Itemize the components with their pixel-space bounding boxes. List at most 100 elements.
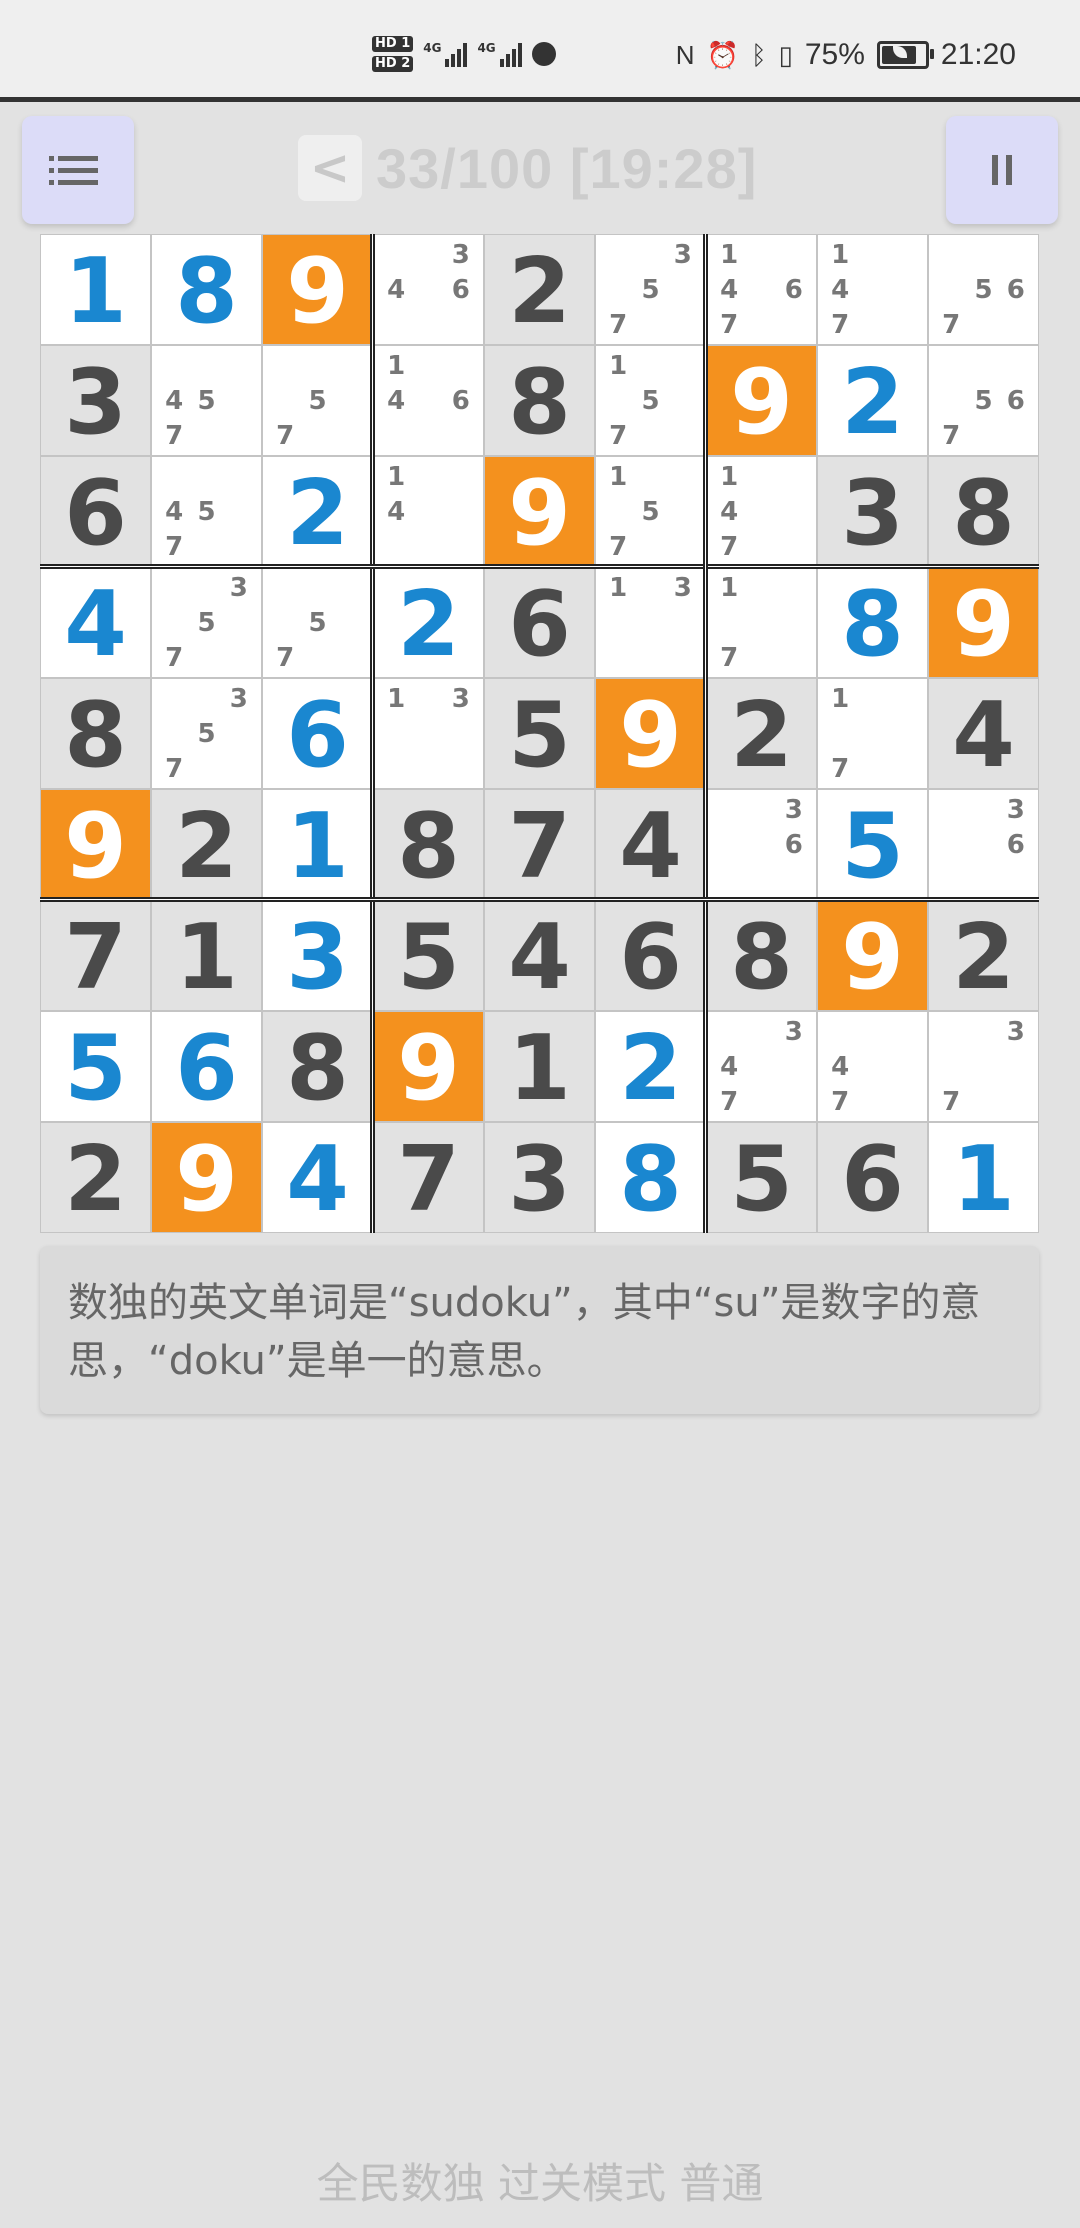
pencil-note: 3 xyxy=(673,239,692,270)
grid-cell-r6c8[interactable]: 5 xyxy=(817,789,928,900)
grid-cell-r5c6[interactable]: 9 xyxy=(595,678,706,789)
grid-cell-r3c9[interactable]: 8 xyxy=(928,456,1039,567)
grid-cell-r5c2[interactable]: 357 xyxy=(151,678,262,789)
pause-button[interactable] xyxy=(946,116,1058,224)
grid-cell-r7c9[interactable]: 2 xyxy=(928,900,1039,1011)
grid-cell-r5c1[interactable]: 8 xyxy=(40,678,151,789)
grid-cell-r9c8[interactable]: 6 xyxy=(817,1122,928,1233)
grid-cell-r8c8[interactable]: 47 xyxy=(817,1011,928,1122)
grid-cell-r3c2[interactable]: 457 xyxy=(151,456,262,567)
grid-cell-r1c1[interactable]: 1 xyxy=(40,234,151,345)
grid-cell-r7c2[interactable]: 1 xyxy=(151,900,262,1011)
grid-cell-r4c8[interactable]: 8 xyxy=(817,567,928,678)
grid-cell-r3c4[interactable]: 14 xyxy=(373,456,484,567)
grid-cell-r7c3[interactable]: 3 xyxy=(262,900,373,1011)
grid-cell-r9c4[interactable]: 7 xyxy=(373,1122,484,1233)
grid-cell-r2c9[interactable]: 56 7 xyxy=(928,345,1039,456)
grid-cell-r5c4[interactable]: 13 xyxy=(373,678,484,789)
grid-cell-r8c9[interactable]: 37 xyxy=(928,1011,1039,1122)
grid-cell-r6c5[interactable]: 7 xyxy=(484,789,595,900)
level-progress-timer: 33/100 [19:28] xyxy=(376,136,758,200)
grid-cell-r4c2[interactable]: 357 xyxy=(151,567,262,678)
grid-cell-r7c4[interactable]: 5 xyxy=(373,900,484,1011)
grid-cell-r9c5[interactable]: 3 xyxy=(484,1122,595,1233)
grid-cell-r3c1[interactable]: 6 xyxy=(40,456,151,567)
previous-level-button[interactable]: < xyxy=(298,135,362,201)
grid-cell-r3c6[interactable]: 157 xyxy=(595,456,706,567)
pencil-notes: 13 xyxy=(602,570,699,675)
grid-cell-r5c8[interactable]: 17 xyxy=(817,678,928,789)
grid-cell-r2c2[interactable]: 457 xyxy=(151,345,262,456)
grid-cell-r8c7[interactable]: 3 4 7 xyxy=(706,1011,817,1122)
pencil-note: 6 xyxy=(451,274,470,305)
grid-cell-r7c8[interactable]: 9 xyxy=(817,900,928,1011)
grid-cell-r2c7[interactable]: 9 xyxy=(706,345,817,456)
grid-cell-r5c7[interactable]: 2 xyxy=(706,678,817,789)
menu-button[interactable] xyxy=(22,116,134,224)
grid-cell-r6c7[interactable]: 36 xyxy=(706,789,817,900)
grid-cell-r2c4[interactable]: 1 4 6 xyxy=(373,345,484,456)
pencil-note-empty xyxy=(778,237,810,272)
grid-cell-r1c6[interactable]: 357 xyxy=(595,234,706,345)
pencil-notes: 1 4 7 xyxy=(713,459,810,564)
grid-cell-r4c3[interactable]: 57 xyxy=(262,567,373,678)
grid-cell-r6c6[interactable]: 4 xyxy=(595,789,706,900)
grid-cell-r6c1[interactable]: 9 xyxy=(40,789,151,900)
grid-cell-r1c9[interactable]: 56 7 xyxy=(928,234,1039,345)
grid-cell-r6c2[interactable]: 2 xyxy=(151,789,262,900)
grid-cell-r1c2[interactable]: 8 xyxy=(151,234,262,345)
grid-cell-r3c5[interactable]: 9 xyxy=(484,456,595,567)
grid-cell-r7c5[interactable]: 4 xyxy=(484,900,595,1011)
grid-cell-r1c7[interactable]: 1 4 6 7 xyxy=(706,234,817,345)
grid-cell-r1c4[interactable]: 3 4 6 xyxy=(373,234,484,345)
cell-digit: 3 xyxy=(508,1126,571,1232)
grid-cell-r6c3[interactable]: 1 xyxy=(262,789,373,900)
grid-cell-r3c3[interactable]: 2 xyxy=(262,456,373,567)
pencil-note: 6 xyxy=(784,274,803,305)
pencil-note-empty xyxy=(223,383,255,418)
grid-cell-r2c1[interactable]: 3 xyxy=(40,345,151,456)
grid-cell-r7c6[interactable]: 6 xyxy=(595,900,706,1011)
grid-cell-r5c9[interactable]: 4 xyxy=(928,678,1039,789)
pencil-note-empty xyxy=(778,459,810,494)
grid-cell-r8c3[interactable]: 8 xyxy=(262,1011,373,1122)
grid-cell-r3c7[interactable]: 1 4 7 xyxy=(706,456,817,567)
grid-cell-r2c6[interactable]: 157 xyxy=(595,345,706,456)
grid-cell-r9c1[interactable]: 2 xyxy=(40,1122,151,1233)
grid-cell-r9c7[interactable]: 5 xyxy=(706,1122,817,1233)
grid-cell-r5c5[interactable]: 5 xyxy=(484,678,595,789)
grid-cell-r3c8[interactable]: 3 xyxy=(817,456,928,567)
pencil-note-empty xyxy=(745,827,777,862)
cell-digit: 8 xyxy=(841,571,904,677)
grid-cell-r6c9[interactable]: 36 xyxy=(928,789,1039,900)
grid-cell-r2c5[interactable]: 8 xyxy=(484,345,595,456)
pencil-note-empty xyxy=(745,570,777,605)
grid-cell-r9c9[interactable]: 1 xyxy=(928,1122,1039,1233)
grid-cell-r8c1[interactable]: 5 xyxy=(40,1011,151,1122)
grid-cell-r1c3[interactable]: 9 xyxy=(262,234,373,345)
pencil-note: 7 xyxy=(720,1086,739,1117)
grid-cell-r7c1[interactable]: 7 xyxy=(40,900,151,1011)
grid-cell-r4c7[interactable]: 17 xyxy=(706,567,817,678)
grid-cell-r8c2[interactable]: 6 xyxy=(151,1011,262,1122)
grid-cell-r4c4[interactable]: 2 xyxy=(373,567,484,678)
grid-cell-r6c4[interactable]: 8 xyxy=(373,789,484,900)
grid-cell-r4c6[interactable]: 13 xyxy=(595,567,706,678)
grid-cell-r4c5[interactable]: 6 xyxy=(484,567,595,678)
grid-cell-r4c9[interactable]: 9 xyxy=(928,567,1039,678)
grid-cell-r4c1[interactable]: 4 xyxy=(40,567,151,678)
grid-cell-r8c5[interactable]: 1 xyxy=(484,1011,595,1122)
grid-cell-r1c8[interactable]: 1 4 7 xyxy=(817,234,928,345)
grid-cell-r2c3[interactable]: 57 xyxy=(262,345,373,456)
grid-cell-r5c3[interactable]: 6 xyxy=(262,678,373,789)
grid-cell-r9c3[interactable]: 4 xyxy=(262,1122,373,1233)
pencil-note-empty xyxy=(667,418,699,453)
grid-cell-r7c7[interactable]: 8 xyxy=(706,900,817,1011)
pencil-note-empty xyxy=(667,348,699,383)
grid-cell-r9c2[interactable]: 9 xyxy=(151,1122,262,1233)
grid-cell-r8c4[interactable]: 9 xyxy=(373,1011,484,1122)
grid-cell-r9c6[interactable]: 8 xyxy=(595,1122,706,1233)
grid-cell-r1c5[interactable]: 2 xyxy=(484,234,595,345)
grid-cell-r8c6[interactable]: 2 xyxy=(595,1011,706,1122)
grid-cell-r2c8[interactable]: 2 xyxy=(817,345,928,456)
